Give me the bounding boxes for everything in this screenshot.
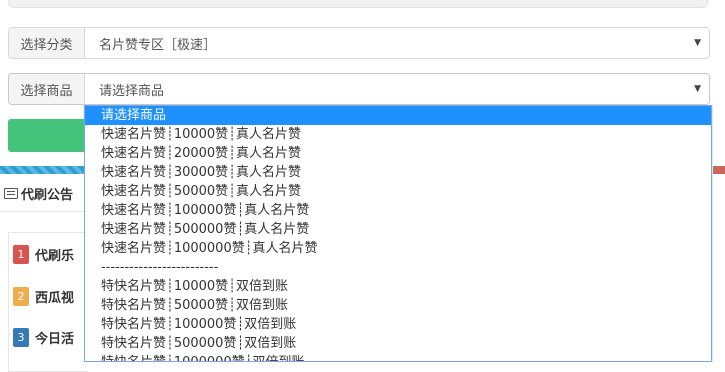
dropdown-option[interactable]: 特快名片赞┊10000赞┊双倍到账 <box>85 277 711 296</box>
rank-title: 西瓜视 <box>35 290 75 306</box>
top-card-edge <box>0 0 725 10</box>
product-select[interactable]: 请选择商品 ▼ <box>85 74 709 104</box>
chevron-down-icon: ▼ <box>694 38 701 48</box>
dropdown-option[interactable]: 快速名片赞┊20000赞┊真人名片赞 <box>85 144 711 163</box>
dropdown-option[interactable]: 特快名片赞┊500000赞┊双倍到账 <box>85 334 711 353</box>
dropdown-option[interactable]: 特快名片赞┊50000赞┊双倍到账 <box>85 296 711 315</box>
dropdown-option[interactable]: 请选择商品 <box>85 106 711 125</box>
dropdown-option[interactable]: 快速名片赞┊100000赞┊真人名片赞 <box>85 201 711 220</box>
category-select[interactable]: 名片赞专区［极速］ ▼ <box>85 28 709 58</box>
dropdown-option[interactable]: 快速名片赞┊500000赞┊真人名片赞 <box>85 220 711 239</box>
dropdown-option[interactable]: 快速名片赞┊10000赞┊真人名片赞 <box>85 125 711 144</box>
dropdown-option[interactable]: 快速名片赞┊50000赞┊真人名片赞 <box>85 182 711 201</box>
newspaper-icon <box>4 188 18 199</box>
rank-badge: 3 <box>13 327 29 347</box>
dropdown-option[interactable]: 特快名片赞┊1000000赞┊双倍到账 <box>85 353 711 361</box>
rank-title: 今日活 <box>35 331 75 347</box>
product-dropdown-list[interactable]: 请选择商品 快速名片赞┊10000赞┊真人名片赞 快速名片赞┊20000赞┊真人名片… <box>84 105 712 362</box>
category-select-value: 名片赞专区［极速］ <box>99 37 217 53</box>
dropdown-option[interactable]: 特快名片赞┊100000赞┊双倍到账 <box>85 315 711 334</box>
rank-item[interactable]: 3 今日活 <box>13 326 74 348</box>
tab-label: 代刷公告 <box>21 188 74 203</box>
submit-button[interactable] <box>8 119 86 152</box>
rank-badge: 2 <box>13 286 29 306</box>
rank-item[interactable]: 1 代刷乐 <box>13 243 74 265</box>
red-stripe <box>712 166 725 174</box>
category-select-group[interactable]: 选择分类 名片赞专区［极速］ ▼ <box>8 27 710 59</box>
dropdown-option[interactable]: 快速名片赞┊30000赞┊真人名片赞 <box>85 163 711 182</box>
tab-announcement[interactable]: 代刷公告 <box>0 176 84 212</box>
dropdown-option[interactable]: 快速名片赞┊1000000赞┊真人名片赞 <box>85 239 711 258</box>
rank-title: 代刷乐 <box>35 248 75 264</box>
category-label: 选择分类 <box>9 28 85 58</box>
progress-stripe <box>0 166 84 174</box>
dropdown-option[interactable]: ------------------------- <box>85 258 711 277</box>
rank-badge: 1 <box>13 244 29 264</box>
product-label: 选择商品 <box>9 74 85 104</box>
rank-item[interactable]: 2 西瓜视 <box>13 285 74 307</box>
panel-divider <box>712 105 713 362</box>
product-select-value: 请选择商品 <box>99 83 165 99</box>
chevron-down-icon: ▼ <box>694 84 701 94</box>
product-select-group[interactable]: 选择商品 请选择商品 ▼ <box>8 73 710 105</box>
